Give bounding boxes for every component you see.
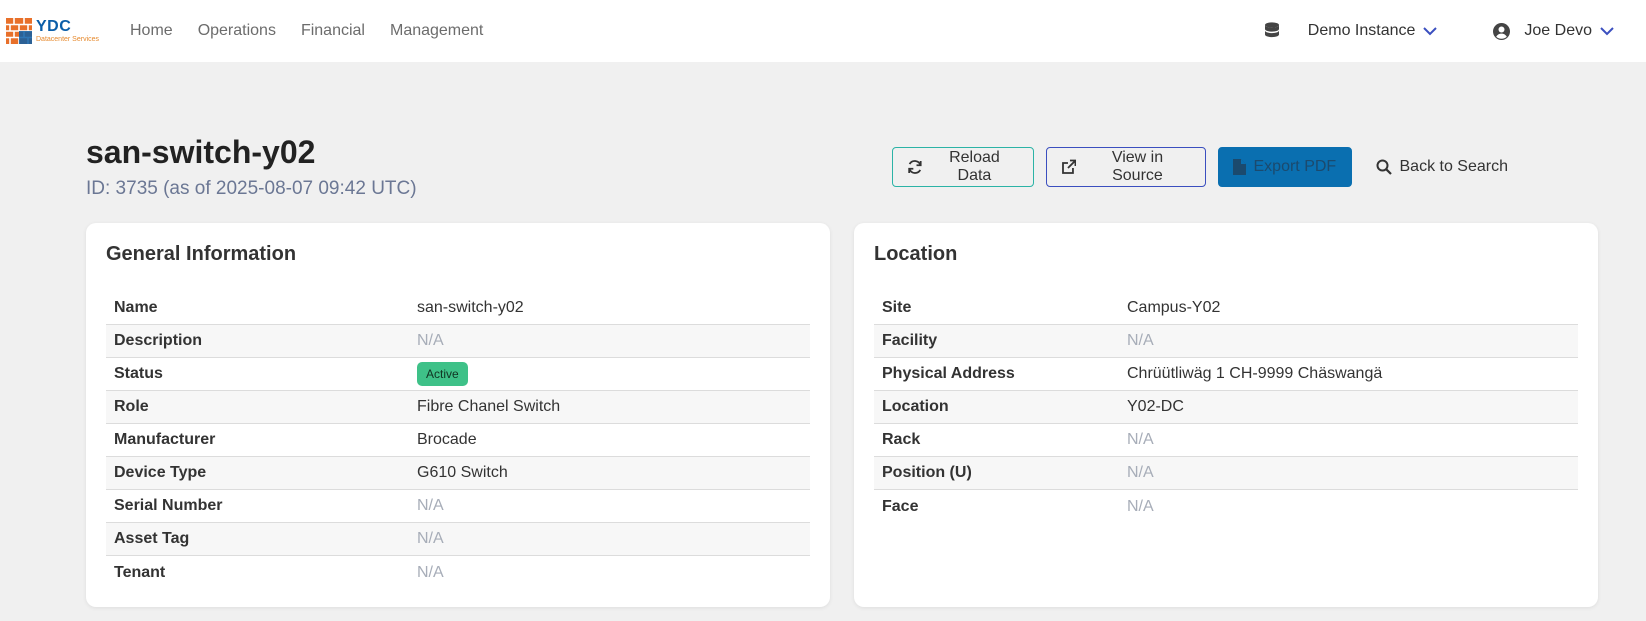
table-row: Asset Tag N/A bbox=[106, 523, 810, 556]
card-title: General Information bbox=[106, 243, 297, 265]
field-value: N/A bbox=[1127, 431, 1154, 448]
status-badge: Active bbox=[417, 362, 468, 386]
field-label: Name bbox=[114, 299, 158, 316]
field-value: Fibre Chanel Switch bbox=[417, 398, 561, 415]
general-information-card: General Information Name san-switch-y02 … bbox=[86, 223, 830, 607]
nav-right: Demo Instance Joe Devo bbox=[1264, 0, 1646, 62]
field-label: Face bbox=[882, 497, 919, 515]
view-in-source-label: View in Source bbox=[1111, 149, 1164, 184]
field-value: san-switch-y02 bbox=[417, 299, 524, 316]
back-to-search-button[interactable]: Back to Search bbox=[1364, 147, 1523, 187]
page-header: san-switch-y02 ID: 3735 (as of 2025-08-0… bbox=[86, 134, 417, 200]
user-circle-icon bbox=[1493, 22, 1511, 40]
table-row: Face N/A bbox=[874, 490, 1578, 523]
field-label: Description bbox=[114, 332, 203, 349]
field-value: Y02-DC bbox=[1127, 398, 1184, 415]
field-label: Tenant bbox=[114, 563, 166, 581]
nav-link-financial[interactable]: Financial bbox=[301, 22, 365, 40]
chevron-down-icon bbox=[1600, 26, 1614, 35]
external-link-icon bbox=[1061, 159, 1076, 174]
reload-data-button[interactable]: Reload Data bbox=[891, 147, 1034, 187]
location-card: Location Site Campus-Y02 Facility N/A Ph… bbox=[854, 223, 1598, 607]
card-title: Location bbox=[874, 243, 958, 265]
field-label: Role bbox=[114, 398, 149, 415]
field-label: Serial Number bbox=[114, 497, 223, 514]
table-row: Role Fibre Chanel Switch bbox=[106, 391, 810, 424]
table-row: Description N/A bbox=[106, 325, 810, 358]
table-row: Physical Address Chrüütliwäg 1 CH-9999 C… bbox=[874, 358, 1578, 391]
table-row: Facility N/A bbox=[874, 325, 1578, 358]
field-label: Rack bbox=[882, 431, 921, 448]
table-row: Device Type G610 Switch bbox=[106, 457, 810, 490]
field-label: Site bbox=[882, 299, 912, 316]
view-in-source-button[interactable]: View in Source bbox=[1045, 147, 1206, 187]
logo[interactable]: YDC Datacenter Services bbox=[6, 11, 114, 51]
table-row: Manufacturer Brocade bbox=[106, 424, 810, 457]
export-pdf-button[interactable]: Export PDF bbox=[1217, 147, 1352, 187]
table-row: Site Campus-Y02 bbox=[874, 292, 1578, 325]
instance-name: Demo Instance bbox=[1307, 22, 1416, 39]
export-pdf-label: Export PDF bbox=[1253, 158, 1337, 175]
table-row: Location Y02-DC bbox=[874, 391, 1578, 424]
chevron-down-icon bbox=[1423, 26, 1438, 35]
refresh-icon bbox=[907, 160, 922, 174]
field-value: N/A bbox=[1127, 332, 1154, 349]
nav-link-home[interactable]: Home bbox=[130, 22, 173, 40]
field-label: Facility bbox=[882, 332, 938, 349]
field-value: N/A bbox=[417, 530, 444, 547]
field-label: Physical Address bbox=[882, 365, 1015, 382]
instance-dropdown[interactable]: Demo Instance bbox=[1308, 22, 1438, 40]
file-pdf-icon bbox=[1232, 159, 1246, 175]
nav-link-management[interactable]: Management bbox=[390, 22, 483, 40]
field-value: Campus-Y02 bbox=[1127, 299, 1221, 316]
table-row: Status Active bbox=[106, 358, 810, 391]
user-name: Joe Devo bbox=[1524, 22, 1592, 39]
field-label: Location bbox=[882, 398, 949, 415]
table-row: Name san-switch-y02 bbox=[106, 292, 810, 325]
top-navbar: YDC Datacenter Services Home Operations … bbox=[0, 0, 1646, 62]
field-value: N/A bbox=[417, 563, 444, 581]
field-value: N/A bbox=[1127, 497, 1154, 515]
field-value: N/A bbox=[1127, 464, 1154, 481]
search-icon bbox=[1376, 159, 1392, 175]
nav-link-operations[interactable]: Operations bbox=[198, 22, 276, 40]
field-value: Chrüütliwäg 1 CH-9999 Chäswangä bbox=[1127, 365, 1383, 382]
brick-logo-icon bbox=[6, 18, 32, 44]
back-to-search-label: Back to Search bbox=[1399, 158, 1509, 175]
table-row: Tenant N/A bbox=[106, 556, 810, 589]
logo-tagline: Datacenter Services bbox=[36, 36, 100, 43]
field-label: Position (U) bbox=[882, 464, 972, 481]
field-label: Device Type bbox=[114, 464, 207, 481]
table-row: Position (U) N/A bbox=[874, 457, 1578, 490]
user-dropdown[interactable]: Joe Devo bbox=[1493, 22, 1614, 40]
action-bar: Reload Data View in Source Export PDF Ba… bbox=[880, 147, 1523, 187]
field-label: Asset Tag bbox=[114, 530, 190, 547]
logo-text: YDC bbox=[36, 18, 72, 35]
field-value: N/A bbox=[417, 332, 444, 349]
page-subtitle: ID: 3735 (as of 2025-08-07 09:42 UTC) bbox=[86, 178, 417, 199]
field-label: Status bbox=[114, 365, 163, 382]
main-nav: Home Operations Financial Management bbox=[130, 22, 508, 40]
page-title: san-switch-y02 bbox=[86, 134, 316, 170]
field-value: N/A bbox=[417, 497, 444, 514]
reload-data-label: Reload Data bbox=[949, 149, 1000, 184]
field-value: G610 Switch bbox=[417, 464, 508, 481]
table-row: Rack N/A bbox=[874, 424, 1578, 457]
field-label: Manufacturer bbox=[114, 431, 216, 448]
field-value: Brocade bbox=[417, 431, 477, 448]
database-icon bbox=[1264, 22, 1279, 38]
table-row: Serial Number N/A bbox=[106, 490, 810, 523]
